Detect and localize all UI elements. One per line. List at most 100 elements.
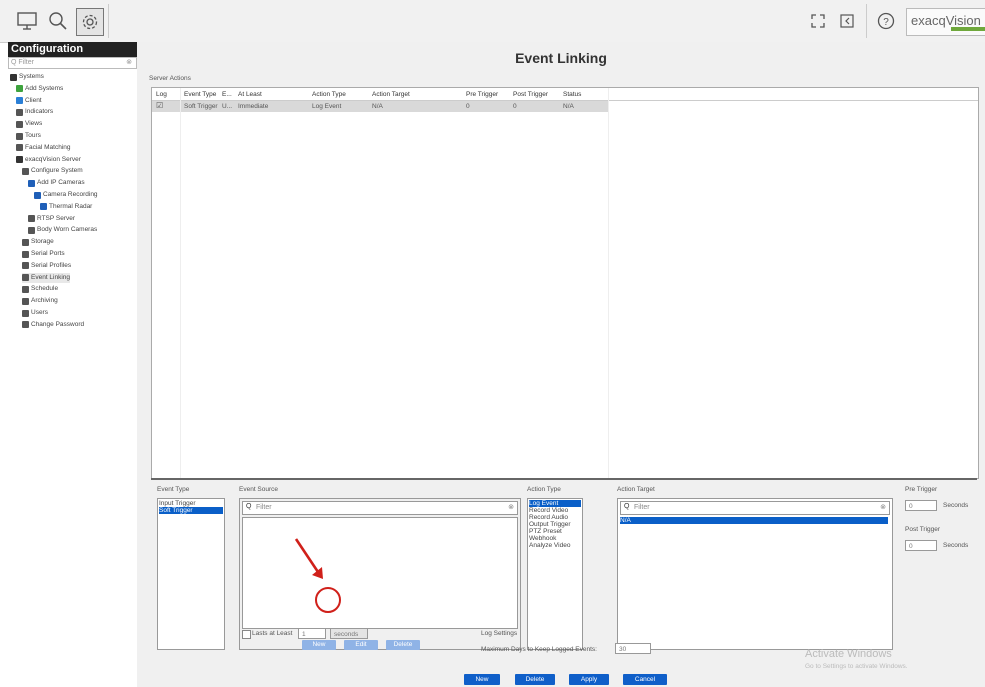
delete-button[interactable]: Delete [515, 674, 555, 685]
new-source-button[interactable]: New [302, 640, 336, 650]
search-icon[interactable] [45, 8, 71, 34]
views-icon [16, 120, 23, 128]
logo-bar [951, 27, 985, 31]
unit-dropdown[interactable]: seconds [330, 628, 368, 639]
sidebar-item[interactable]: Change Password [22, 320, 84, 330]
apply-button[interactable]: Apply [569, 674, 609, 685]
sidebar-item[interactable]: Storage [22, 237, 54, 247]
sidebar-item-label: Client [25, 96, 42, 104]
post-trigger-stepper[interactable]: 0 [905, 540, 937, 551]
sidebar-item[interactable]: Thermal Radar [40, 202, 92, 212]
sidebar-item-label: Facial Matching [25, 143, 71, 151]
delete-source-button[interactable]: Delete [386, 640, 420, 650]
list-item[interactable]: Output Trigger [529, 521, 571, 528]
exacqvision-logo: exacqVision [906, 8, 985, 36]
list-item[interactable]: Input Trigger [159, 500, 196, 507]
cell-status: N/A [563, 103, 574, 110]
sidebar-item[interactable]: Archiving [22, 296, 58, 306]
column-header[interactable]: Post Trigger [513, 91, 548, 98]
cell-e: U... [222, 103, 233, 110]
rtsp-icon [28, 215, 35, 223]
exit-icon[interactable] [834, 8, 860, 34]
clear-icon[interactable]: ⊗ [880, 503, 886, 511]
sidebar-item-label: Configure System [31, 167, 83, 175]
monitor-icon[interactable] [14, 8, 40, 34]
camera-icon [40, 203, 47, 211]
help-icon[interactable]: ? [873, 8, 899, 34]
sidebar-item[interactable]: Configure System [22, 166, 83, 176]
column-header[interactable]: Action Type [312, 91, 346, 98]
sidebar-item[interactable]: Add Systems [16, 84, 63, 94]
sidebar-item[interactable]: Tours [16, 131, 41, 141]
sidebar-item[interactable]: Body Worn Cameras [28, 225, 97, 235]
sidebar-item[interactable]: Camera Recording [34, 190, 98, 200]
pre-trigger-value: 0 [909, 503, 913, 510]
server-icon [16, 156, 23, 164]
sidebar-item[interactable]: Add IP Cameras [28, 178, 85, 188]
sidebar-item[interactable]: Users [22, 308, 48, 318]
sidebar-item-label: Storage [31, 238, 54, 246]
list-item[interactable]: Soft Trigger [159, 507, 223, 514]
sidebar-item-label: Schedule [31, 285, 59, 293]
sidebar-item[interactable]: Serial Profiles [22, 261, 71, 271]
sidebar-item[interactable]: Schedule [22, 284, 58, 294]
column-header[interactable]: Status [563, 91, 581, 98]
sidebar-item-label: Serial Ports [31, 250, 65, 257]
list-item[interactable]: Record Audio [529, 514, 568, 521]
gear-icon[interactable] [76, 8, 104, 36]
activation-watermark-title: Activate Windows [805, 648, 892, 660]
list-item[interactable]: PTZ Preset [529, 528, 562, 535]
cancel-button[interactable]: Cancel [623, 674, 667, 685]
max-days-stepper[interactable]: 30 [615, 643, 651, 654]
search-icon: Q [246, 503, 252, 510]
pre-trigger-stepper[interactable]: 0 [905, 500, 937, 511]
sidebar-item[interactable]: Views [16, 119, 42, 129]
sidebar-item[interactable]: Event Linking [22, 272, 71, 283]
column-header[interactable]: Event Type [184, 91, 216, 98]
sidebar-filter-input[interactable]: Q Filter ⊗ [8, 57, 137, 69]
new-button[interactable]: New [464, 674, 500, 685]
storage-icon [22, 238, 29, 246]
password-icon [22, 321, 29, 329]
expand-icon[interactable] [805, 8, 831, 34]
action-type-list[interactable]: Log Event Record Video Record Audio Outp… [527, 498, 583, 650]
event-source-filter-input[interactable]: Q Filter ⊗ [242, 501, 518, 515]
clear-icon[interactable]: ⊗ [508, 503, 514, 511]
list-item[interactable]: Log Event [529, 500, 581, 507]
column-header[interactable]: Action Target [372, 91, 410, 98]
event-type-list[interactable]: Input Trigger Soft Trigger [157, 498, 225, 650]
lasts-checkbox[interactable] [242, 630, 251, 639]
list-item[interactable]: Webhook [529, 535, 556, 542]
column-header[interactable]: Pre Trigger [466, 91, 498, 98]
sidebar-item-label: Indicators [25, 108, 54, 116]
column-header[interactable]: At Least [238, 91, 262, 98]
edit-source-button[interactable]: Edit [344, 640, 378, 650]
svg-text:?: ? [883, 17, 889, 28]
sidebar-item[interactable]: Client [16, 96, 42, 106]
lasts-stepper[interactable]: 1 [298, 628, 326, 639]
list-item[interactable]: Analyze Video [529, 542, 570, 549]
sidebar-item-label: Thermal Radar [49, 202, 93, 210]
log-checkbox[interactable]: ☑ [156, 101, 163, 110]
action-target-filter-input[interactable]: Q Filter ⊗ [620, 501, 890, 515]
search-icon: Q [624, 503, 630, 510]
column-header[interactable]: Log [156, 91, 167, 98]
page-title: Event Linking [515, 50, 607, 66]
sidebar-item[interactable]: Indicators [16, 107, 53, 117]
clear-icon[interactable]: ⊗ [126, 58, 132, 68]
sidebar-item-label: Users [31, 309, 48, 316]
sidebar-item[interactable]: exacqVision Server [16, 155, 81, 165]
event-source-list[interactable] [242, 517, 518, 629]
cell-event-type: Soft Trigger [184, 103, 218, 110]
list-item[interactable]: Record Video [529, 507, 568, 514]
cell-at-least: Immediate [238, 103, 269, 110]
toolbar-divider [866, 4, 867, 38]
column-header[interactable]: E... [222, 91, 232, 98]
lasts-value: 1 [302, 631, 306, 638]
sidebar-item[interactable]: Facial Matching [16, 143, 71, 153]
sidebar-item[interactable]: RTSP Server [28, 214, 75, 224]
sidebar-item[interactable]: Serial Ports [22, 249, 65, 259]
event-link-editor: Event Type Input Trigger Soft Trigger Ev… [151, 478, 977, 656]
list-item[interactable]: N/A [620, 517, 888, 524]
sidebar-item[interactable]: Systems [10, 72, 44, 82]
